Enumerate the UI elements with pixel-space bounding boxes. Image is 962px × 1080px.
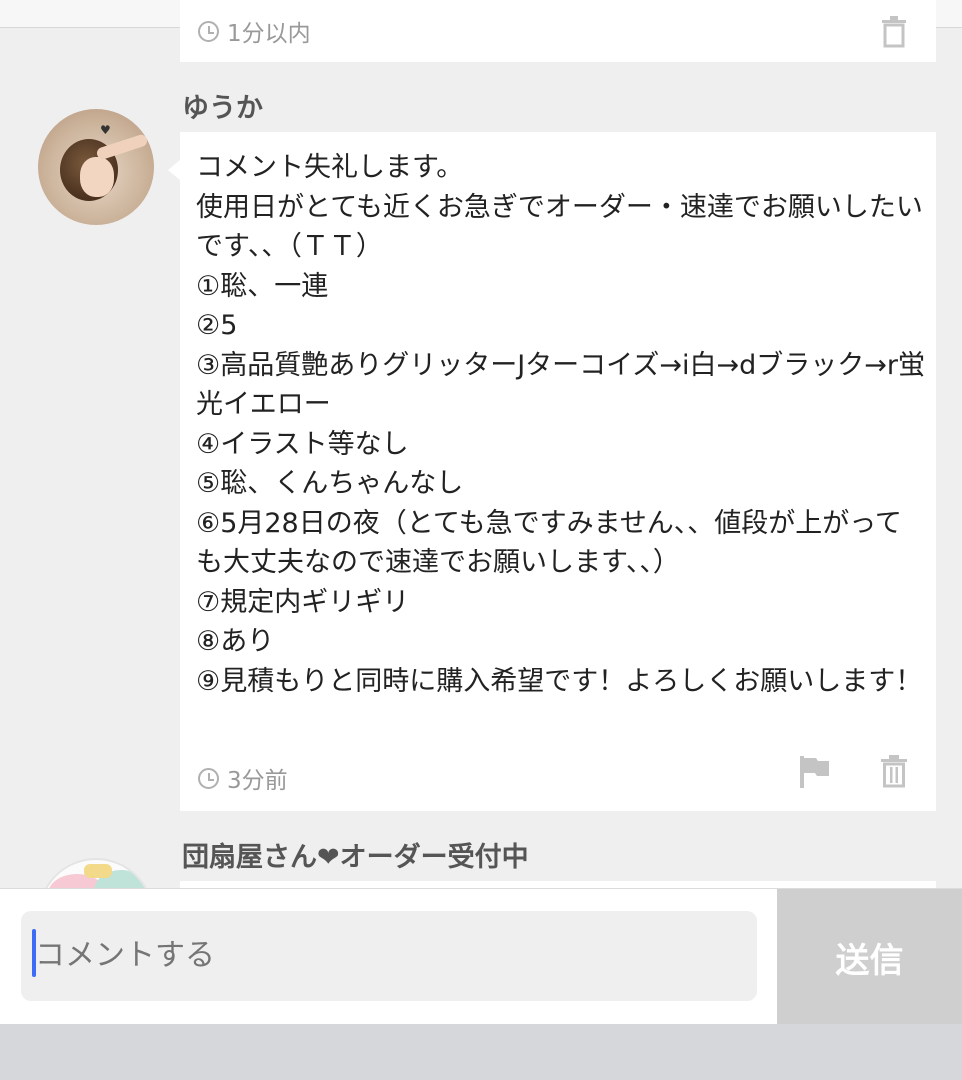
next-comment-username[interactable]: 団扇屋さん❤オーダー受付中 <box>182 835 529 874</box>
comment-input[interactable] <box>21 911 757 1001</box>
bottom-bar <box>0 1024 962 1080</box>
clock-icon <box>198 20 219 42</box>
comment-bubble: コメント失礼します。 使用日がとても近くお急ぎでオーダー・速達でお願いしたいです… <box>168 132 936 811</box>
send-button[interactable]: 送信 <box>777 889 962 1025</box>
comment-composer: 送信 <box>0 888 962 1025</box>
comment-time: 3分前 <box>198 761 288 795</box>
avatar[interactable]: ♥ <box>38 109 154 225</box>
comment-timestamp: 3分前 <box>227 768 288 794</box>
previous-comment-bubble: 1分以内 <box>180 0 936 62</box>
previous-comment-time: 1分以内 <box>198 14 311 48</box>
flag-icon[interactable] <box>798 754 832 790</box>
clock-icon <box>198 767 219 789</box>
trash-icon[interactable] <box>880 14 908 48</box>
text-caret <box>32 929 36 977</box>
comment-username[interactable]: ゆうか <box>182 86 263 125</box>
trash-icon[interactable] <box>880 754 908 788</box>
previous-comment-timestamp: 1分以内 <box>227 21 311 47</box>
comment-text: コメント失礼します。 使用日がとても近くお急ぎでオーダー・速達でお願いしたいです… <box>196 152 925 697</box>
